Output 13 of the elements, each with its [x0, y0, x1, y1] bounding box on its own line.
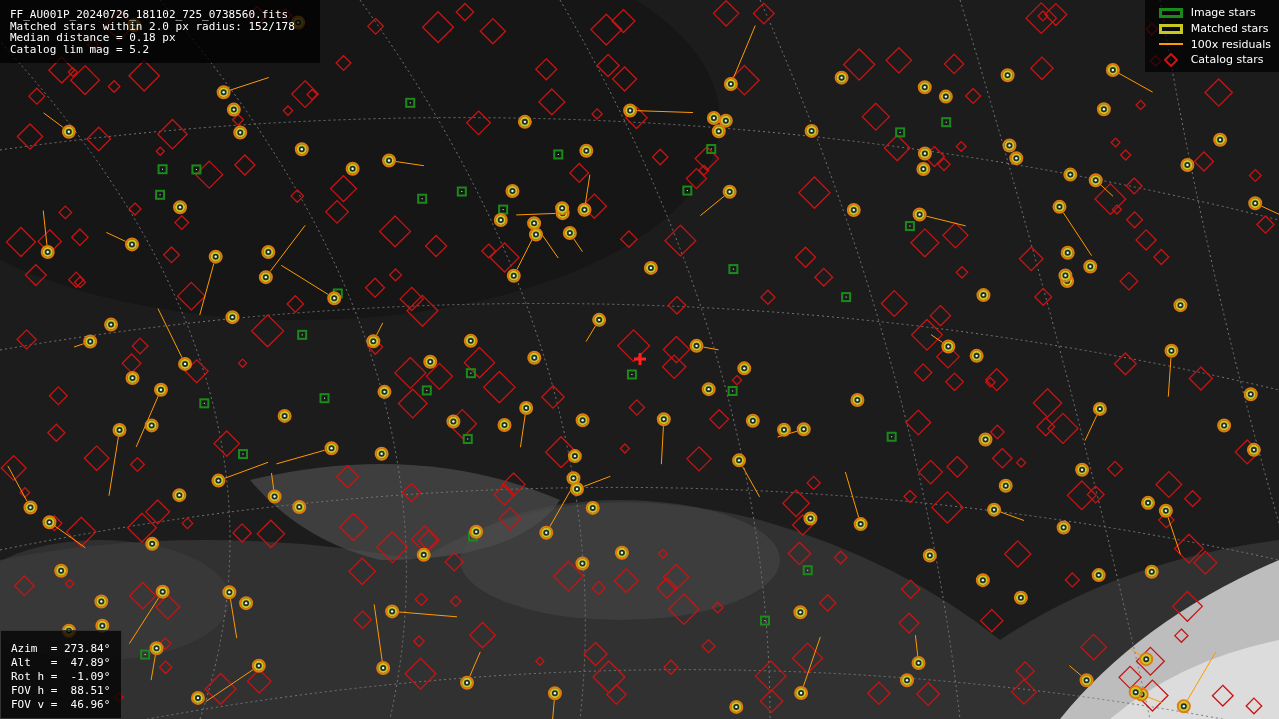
legend-label: Catalog stars: [1190, 53, 1264, 67]
legend-label: Matched stars: [1190, 22, 1269, 36]
info-text-line: Matched stars within 2.0 px radius: 152/178: [10, 20, 295, 32]
pointing-text-line: FOV v = 46.96°: [11, 698, 111, 712]
info-text-line: Catalog lim mag = 5.2: [10, 43, 150, 55]
info-text-line: Median distance = 0.18 px: [10, 32, 176, 44]
legend-label: Image stars: [1190, 6, 1256, 20]
pointing-text-line: Rot h = -1.09°: [11, 670, 111, 684]
pointing-text-line: Alt = 47.89°: [11, 656, 111, 670]
pointing-text-line: FOV h = 88.51°: [11, 684, 111, 698]
info-text-line: FF_AU001P_20240726_181102_725_0738560.fits: [10, 9, 289, 21]
pointing-text-line: Azim = 273.84°: [11, 642, 111, 656]
legend-label: 100x residuals: [1190, 37, 1271, 51]
